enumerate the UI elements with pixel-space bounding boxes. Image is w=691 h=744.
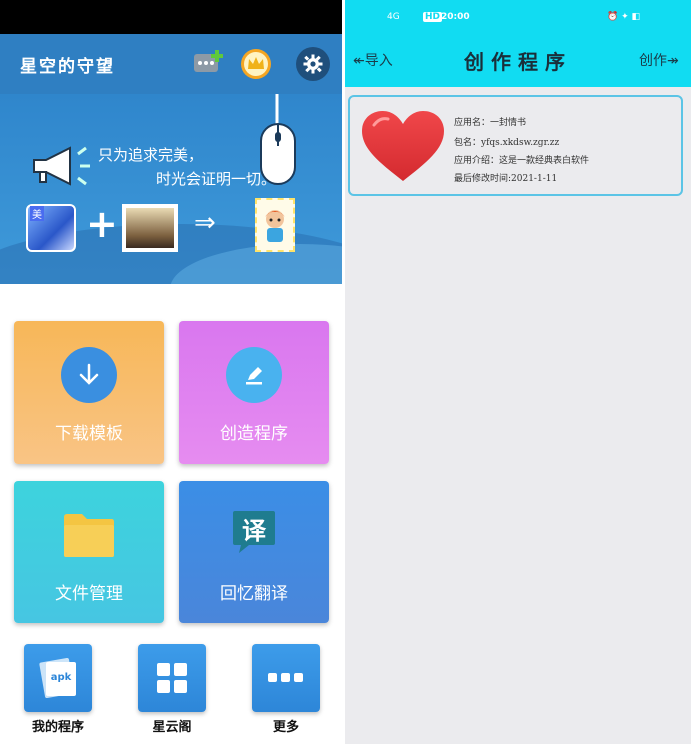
edit-circle [226,347,282,403]
more-button[interactable] [252,644,320,712]
home-screen: 星空的守望 只为追求完美， 时光会证明一切。 美 + ⇒ 下载模板 创造程序 文… [0,0,342,744]
signal-indicator: 4G [387,12,400,22]
translate-icon: 译 [229,509,279,555]
file-manager-label: 文件管理 [55,584,123,604]
status-bar: 4G HD 20:00 ⏰ ✦ ◧ [345,0,691,34]
memory-translate-label: 回忆翻译 [220,584,288,604]
status-time: 20:00 [441,12,470,22]
app-title: 星空的守望 [20,57,115,77]
grid-icon [157,663,187,693]
download-template-card[interactable]: 下载模板 [14,321,164,464]
gear-icon [303,54,323,74]
promo-banner[interactable]: 只为追求完美， 时光会证明一切。 美 + ⇒ [0,94,342,284]
slogan-line-1: 只为追求完美， [98,146,204,164]
file-manager-card[interactable]: 文件管理 [14,481,164,623]
arrow-sign: ⇒ [194,208,216,238]
more-label: 更多 [272,720,299,735]
badge-text: 美 [30,206,44,221]
megaphone-icon [33,146,90,186]
download-icon [79,363,99,385]
cartoon-app-icon [255,198,295,252]
hd-badge: HD [423,12,443,22]
apk-icon: apk [38,657,78,699]
app-list-item[interactable]: 应用名：一封情书 包名：yfqs.xkdsw.zgr.zz 应用介绍：这是一款经… [348,95,683,196]
photo-thumbnail [122,204,178,252]
more-dots-icon [268,673,303,682]
folder-icon [64,514,114,557]
star-cloud-label: 星云阁 [152,720,192,735]
create-program-card[interactable]: 创造程序 [179,321,329,464]
my-programs-button[interactable]: apk [24,644,92,712]
mouse-icon [260,94,296,185]
plus-sign: + [86,202,118,246]
status-bar [0,0,342,34]
settings-button[interactable] [296,47,330,81]
crown-icon[interactable] [240,48,272,80]
create-program-label: 创造程序 [220,424,288,444]
download-template-label: 下载模板 [55,424,123,444]
edit-pencil-icon [246,367,262,385]
my-programs-label: 我的程序 [31,720,84,735]
download-circle [61,347,117,403]
create-program-screen: 4G HD 20:00 ⏰ ✦ ◧ ↞导入 创作程序 创作↠ 应用名：一封情书 … [345,0,691,744]
app-name: 应用名：一封情书 [454,118,527,128]
package-name: 包名：yfqs.xkdsw.zgr.zz [454,138,560,148]
heart-icon [362,111,444,181]
app-thumbnail: 美 [26,204,76,252]
translate-glyph: 译 [242,517,266,545]
memory-translate-card[interactable]: 译 回忆翻译 [179,481,329,623]
star-cloud-button[interactable] [138,644,206,712]
message-icon[interactable] [193,48,225,76]
app-intro: 应用介绍：这是一款经典表白软件 [454,156,590,166]
apk-badge: apk [50,672,72,683]
status-icons: ⏰ ✦ ◧ [607,12,640,22]
create-button[interactable]: 创作↠ [639,50,679,70]
character-icon [265,210,285,242]
last-modified: 最后修改时间:2021-1-11 [454,174,558,184]
